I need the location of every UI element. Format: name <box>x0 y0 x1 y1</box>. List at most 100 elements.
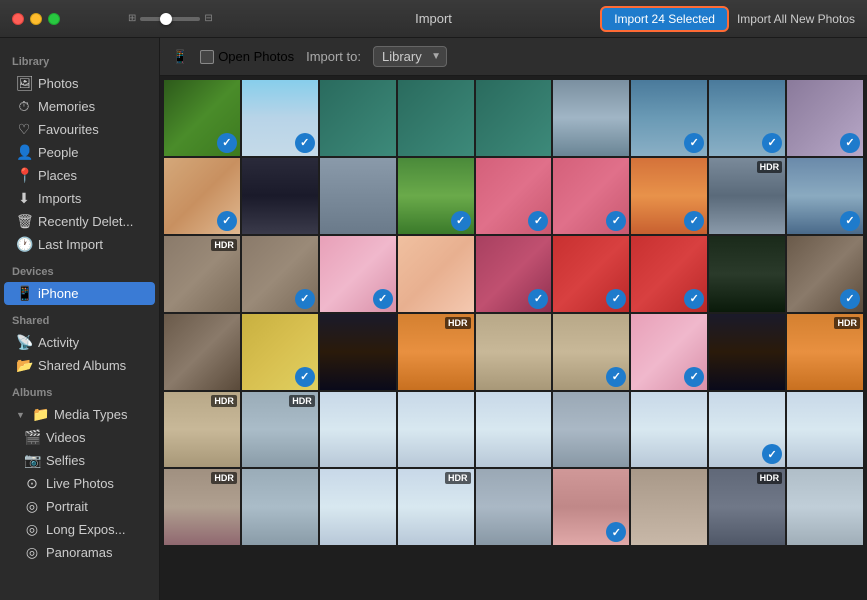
photo-cell[interactable] <box>320 158 396 234</box>
import-to-select[interactable]: Library Album <box>373 46 447 67</box>
photo-cell[interactable] <box>553 392 629 468</box>
photo-cell[interactable]: ✓ <box>553 158 629 234</box>
sidebar-item-videos[interactable]: 🎬 Videos <box>4 426 155 449</box>
slider-large-icon: ⊟ <box>204 13 212 24</box>
photo-cell[interactable]: ✓ <box>787 236 863 312</box>
sidebar-item-live-photos[interactable]: ⊙ Live Photos <box>4 472 155 495</box>
photo-cell[interactable] <box>476 392 552 468</box>
photo-cell[interactable]: HDR <box>164 236 240 312</box>
photo-cell[interactable]: ✓ <box>631 314 707 390</box>
photo-cell[interactable]: ✓ <box>320 236 396 312</box>
photo-cell[interactable] <box>242 158 318 234</box>
photo-cell[interactable]: HDR <box>709 469 785 545</box>
photo-cell[interactable] <box>320 80 396 156</box>
photo-cell[interactable]: HDR <box>242 392 318 468</box>
sidebar-item-memories[interactable]: ⏱ Memories <box>4 95 155 118</box>
photo-cell[interactable] <box>320 469 396 545</box>
selected-check-badge: ✓ <box>762 444 782 464</box>
sidebar-item-photos[interactable]: 🖼 Photos <box>4 72 155 95</box>
photo-cell[interactable] <box>709 314 785 390</box>
photo-cell[interactable] <box>398 80 474 156</box>
photo-cell[interactable] <box>476 469 552 545</box>
sidebar-item-activity[interactable]: 📡 Activity <box>4 331 155 354</box>
sidebar-item-selfies[interactable]: 📷 Selfies <box>4 449 155 472</box>
sidebar-item-last-import[interactable]: 🕐 Last Import <box>4 233 155 256</box>
selected-check-badge: ✓ <box>606 211 626 231</box>
sidebar-item-label: Shared Albums <box>38 358 126 373</box>
selected-check-badge: ✓ <box>451 211 471 231</box>
zoom-slider-thumb[interactable] <box>160 13 172 25</box>
sidebar-item-imports[interactable]: ⬇ Imports <box>4 187 155 210</box>
sidebar-item-favourites[interactable]: ♡ Favourites <box>4 118 155 141</box>
photo-cell[interactable]: HDR <box>398 469 474 545</box>
photo-cell[interactable]: ✓ <box>164 158 240 234</box>
sidebar-item-label: Portrait <box>46 499 88 514</box>
photo-cell[interactable] <box>398 392 474 468</box>
photo-cell[interactable]: ✓ <box>476 236 552 312</box>
photo-cell[interactable]: ✓ <box>242 80 318 156</box>
import-all-button[interactable]: Import All New Photos <box>737 12 855 26</box>
photo-cell[interactable] <box>164 314 240 390</box>
photo-cell[interactable]: ✓ <box>787 80 863 156</box>
photo-cell[interactable] <box>631 469 707 545</box>
photo-cell[interactable] <box>242 469 318 545</box>
photo-cell[interactable]: ✓ <box>631 80 707 156</box>
photo-cell[interactable]: HDR <box>164 469 240 545</box>
photo-cell[interactable] <box>553 80 629 156</box>
zoom-slider[interactable] <box>140 17 200 21</box>
photo-cell[interactable]: ✓ <box>398 158 474 234</box>
photo-cell[interactable] <box>476 80 552 156</box>
long-exposure-icon: ◎ <box>24 521 40 538</box>
shared-albums-icon: 📂 <box>16 357 32 374</box>
hdr-badge: HDR <box>211 239 237 251</box>
photo-cell[interactable] <box>398 236 474 312</box>
hdr-badge: HDR <box>834 317 860 329</box>
open-photos-checkbox[interactable] <box>200 50 214 64</box>
sidebar-item-media-types[interactable]: ▼ 📁 Media Types <box>4 403 155 426</box>
minimize-button[interactable] <box>30 13 42 25</box>
photo-cell[interactable] <box>709 236 785 312</box>
close-button[interactable] <box>12 13 24 25</box>
photo-cell[interactable]: HDR <box>787 314 863 390</box>
photo-cell[interactable]: ✓ <box>631 158 707 234</box>
photo-cell[interactable]: ✓ <box>553 469 629 545</box>
maximize-button[interactable] <box>48 13 60 25</box>
photo-cell[interactable] <box>631 392 707 468</box>
photo-cell[interactable]: ✓ <box>476 158 552 234</box>
photo-cell[interactable]: ✓ <box>787 158 863 234</box>
sidebar-item-long-exposure[interactable]: ◎ Long Expos... <box>4 518 155 541</box>
sidebar-item-iphone[interactable]: 📱 iPhone <box>4 282 155 305</box>
photo-cell[interactable]: HDR <box>164 392 240 468</box>
photo-cell[interactable] <box>476 314 552 390</box>
sidebar-item-places[interactable]: 📍 Places <box>4 164 155 187</box>
photo-cell[interactable]: ✓ <box>709 392 785 468</box>
photo-cell[interactable]: ✓ <box>553 236 629 312</box>
import-selected-button[interactable]: Import 24 Selected <box>600 6 729 32</box>
sidebar-item-label: Last Import <box>38 237 103 252</box>
sidebar-item-label: Selfies <box>46 453 85 468</box>
photos-icon: 🖼 <box>16 75 32 92</box>
toolbar: 📱 Open Photos Import to: Library Album ▼ <box>160 38 867 76</box>
sidebar-item-people[interactable]: 👤 People <box>4 141 155 164</box>
selected-check-badge: ✓ <box>606 522 626 542</box>
sidebar-item-recently-deleted[interactable]: 🗑 Recently Delet... <box>4 210 155 233</box>
sidebar-item-panoramas[interactable]: ◎ Panoramas <box>4 541 155 564</box>
photo-cell[interactable] <box>787 469 863 545</box>
photo-cell[interactable]: ✓ <box>631 236 707 312</box>
photo-cell[interactable] <box>320 392 396 468</box>
photo-cell[interactable]: ✓ <box>553 314 629 390</box>
sidebar-item-label: Media Types <box>54 407 127 422</box>
photo-cell[interactable]: ✓ <box>242 236 318 312</box>
sidebar-item-shared-albums[interactable]: 📂 Shared Albums <box>4 354 155 377</box>
sidebar-item-portrait[interactable]: ◎ Portrait <box>4 495 155 518</box>
photo-cell[interactable] <box>787 392 863 468</box>
photo-cell[interactable] <box>320 314 396 390</box>
photo-cell[interactable]: HDR <box>398 314 474 390</box>
photo-cell[interactable]: ✓ <box>709 80 785 156</box>
selected-check-badge: ✓ <box>684 133 704 153</box>
sidebar-item-label: Panoramas <box>46 545 112 560</box>
photo-cell[interactable]: ✓ <box>242 314 318 390</box>
photo-cell[interactable]: HDR <box>709 158 785 234</box>
photo-cell[interactable]: ✓ <box>164 80 240 156</box>
selected-check-badge: ✓ <box>373 289 393 309</box>
